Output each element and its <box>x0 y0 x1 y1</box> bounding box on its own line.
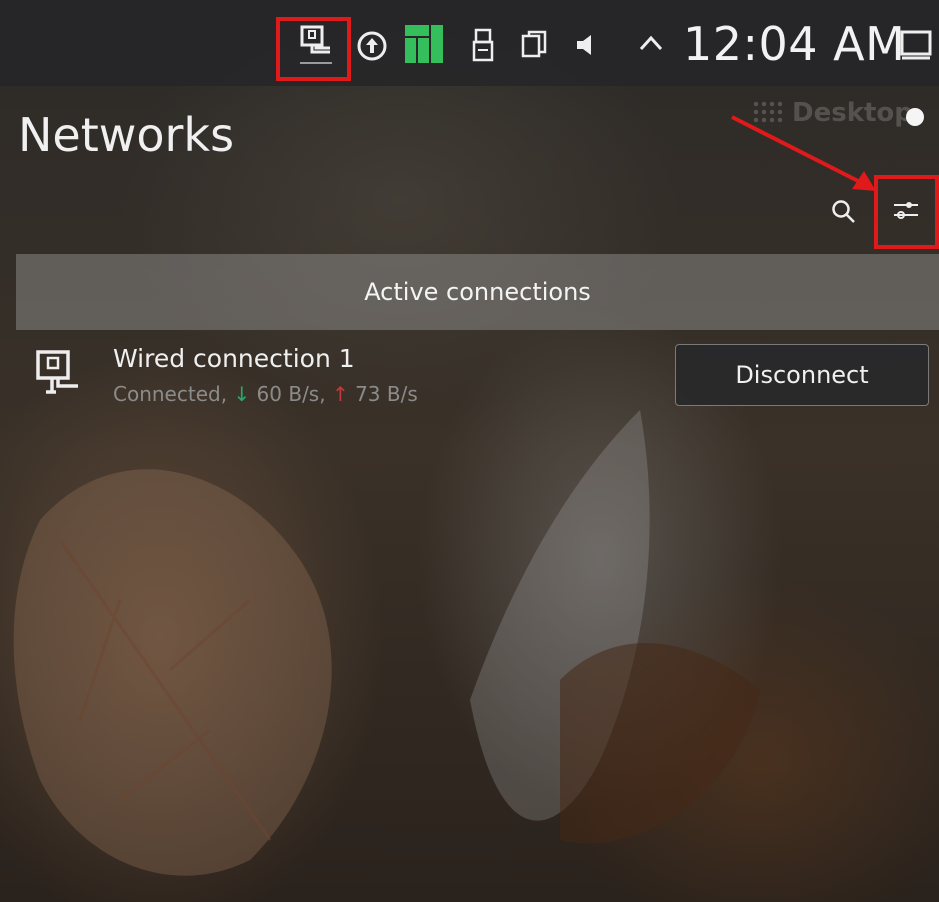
section-header-label: Active connections <box>364 278 591 306</box>
page-title: Networks <box>18 108 235 162</box>
settings-icon-highlight <box>874 175 939 249</box>
expand-tray-icon[interactable] <box>636 28 666 58</box>
network-icon-highlight <box>276 17 351 81</box>
connection-status: Connected, ↓ 60 B/s, ↑ 73 B/s <box>113 382 418 406</box>
connection-name: Wired connection 1 <box>113 344 355 373</box>
manjaro-icon[interactable] <box>404 24 446 64</box>
download-rate: 60 B/s, <box>250 382 326 406</box>
download-arrow-icon: ↓ <box>233 382 251 406</box>
volume-icon[interactable] <box>572 30 598 60</box>
clipboard-icon[interactable] <box>518 28 550 62</box>
panel-clock[interactable]: 12:04 AM <box>683 16 905 72</box>
usb-icon[interactable] <box>468 26 498 64</box>
upload-rate: 73 B/s <box>348 382 418 406</box>
pin-dot[interactable] <box>906 108 924 126</box>
show-desktop-icon[interactable] <box>896 24 936 64</box>
search-icon[interactable] <box>828 196 860 228</box>
wired-connection-icon <box>30 346 86 404</box>
disconnect-button[interactable]: Disconnect <box>675 344 929 406</box>
connection-state: Connected, <box>113 382 228 406</box>
upload-arrow-icon: ↑ <box>331 382 349 406</box>
update-icon[interactable] <box>354 28 390 64</box>
annotation-arrow <box>731 115 876 191</box>
section-header: Active connections <box>16 254 939 330</box>
